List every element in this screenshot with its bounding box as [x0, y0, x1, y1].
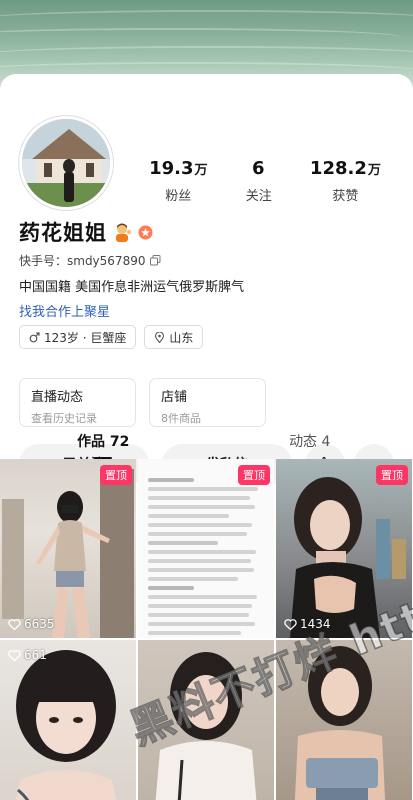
like-count: 661: [8, 648, 47, 662]
entry-title: 店铺: [161, 390, 188, 405]
work-thumbnail[interactable]: 置顶 6635: [0, 459, 136, 638]
profile-entries: 直播动态 查看历史记录 店铺 8件商品: [19, 378, 266, 427]
location-tag: 山东: [144, 325, 204, 349]
pinned-badge: 置顶: [100, 465, 132, 485]
stat-fans[interactable]: 19.3万 粉丝: [149, 158, 207, 204]
like-count-text: 6635: [24, 617, 55, 631]
profile-tags: 123岁 · 巨蟹座 山东: [19, 325, 204, 349]
work-image: [15, 650, 117, 800]
stat-value: 6: [251, 158, 265, 179]
verified-badge-icon[interactable]: [138, 225, 153, 240]
live-history-entry[interactable]: 直播动态 查看历史记录: [19, 378, 136, 427]
content-tabs: 作品 72 动态 4: [0, 425, 413, 459]
kuaishou-id-row: 快手号：smdy567890: [19, 252, 161, 269]
entry-subtitle: 8件商品: [161, 412, 201, 425]
work-thumbnail[interactable]: 置顶: [138, 459, 274, 638]
pinned-badge: 置顶: [238, 465, 270, 485]
stat-unit: 万: [367, 163, 381, 178]
stat-unit: 万: [194, 163, 208, 178]
copy-icon[interactable]: [150, 255, 161, 266]
heart-icon: [8, 618, 21, 630]
person-gesture-emoji-icon: [116, 223, 132, 242]
profile-stats: 19.3万 粉丝 6 关注 128.2万 获赞: [130, 158, 400, 204]
kuaishou-id: 快手号：smdy567890: [19, 254, 146, 268]
shop-entry[interactable]: 店铺 8件商品: [149, 378, 266, 427]
work-image: [2, 469, 134, 638]
age-zodiac-text: 123岁 · 巨蟹座: [44, 330, 127, 345]
stat-value: 19.3: [149, 158, 194, 179]
work-thumbnail[interactable]: 661: [0, 640, 136, 800]
location-pin-icon: [155, 331, 165, 343]
profile-bio: 中国国籍 美国作息非洲运气俄罗斯脾气: [19, 280, 245, 295]
stat-following[interactable]: 6 关注: [246, 158, 272, 204]
stat-likes[interactable]: 128.2万 获赞: [310, 158, 381, 204]
profile-name: 药花姐姐: [19, 221, 107, 245]
document-preview: [148, 473, 264, 638]
pinned-badge: 置顶: [376, 465, 408, 485]
like-count: 6635: [8, 617, 55, 631]
stat-label: 关注: [245, 189, 272, 204]
name-row: 药花姐姐: [19, 217, 153, 247]
like-count-text: 661: [24, 648, 47, 662]
tab-works[interactable]: 作品 72: [0, 425, 207, 459]
location-text: 山东: [169, 330, 194, 345]
stat-value: 128.2: [309, 158, 367, 179]
avatar[interactable]: [19, 116, 113, 210]
gender-icon: [29, 331, 40, 342]
stat-label: 粉丝: [165, 189, 192, 204]
cooperate-link[interactable]: 找我合作上聚星: [19, 301, 110, 320]
age-zodiac-tag: 123岁 · 巨蟹座: [19, 325, 137, 349]
entry-title: 直播动态: [31, 390, 84, 405]
entry-subtitle: 查看历史记录: [31, 412, 97, 425]
heart-icon: [8, 649, 21, 661]
tab-moments[interactable]: 动态 4: [207, 425, 413, 459]
stat-label: 获赞: [332, 189, 359, 204]
